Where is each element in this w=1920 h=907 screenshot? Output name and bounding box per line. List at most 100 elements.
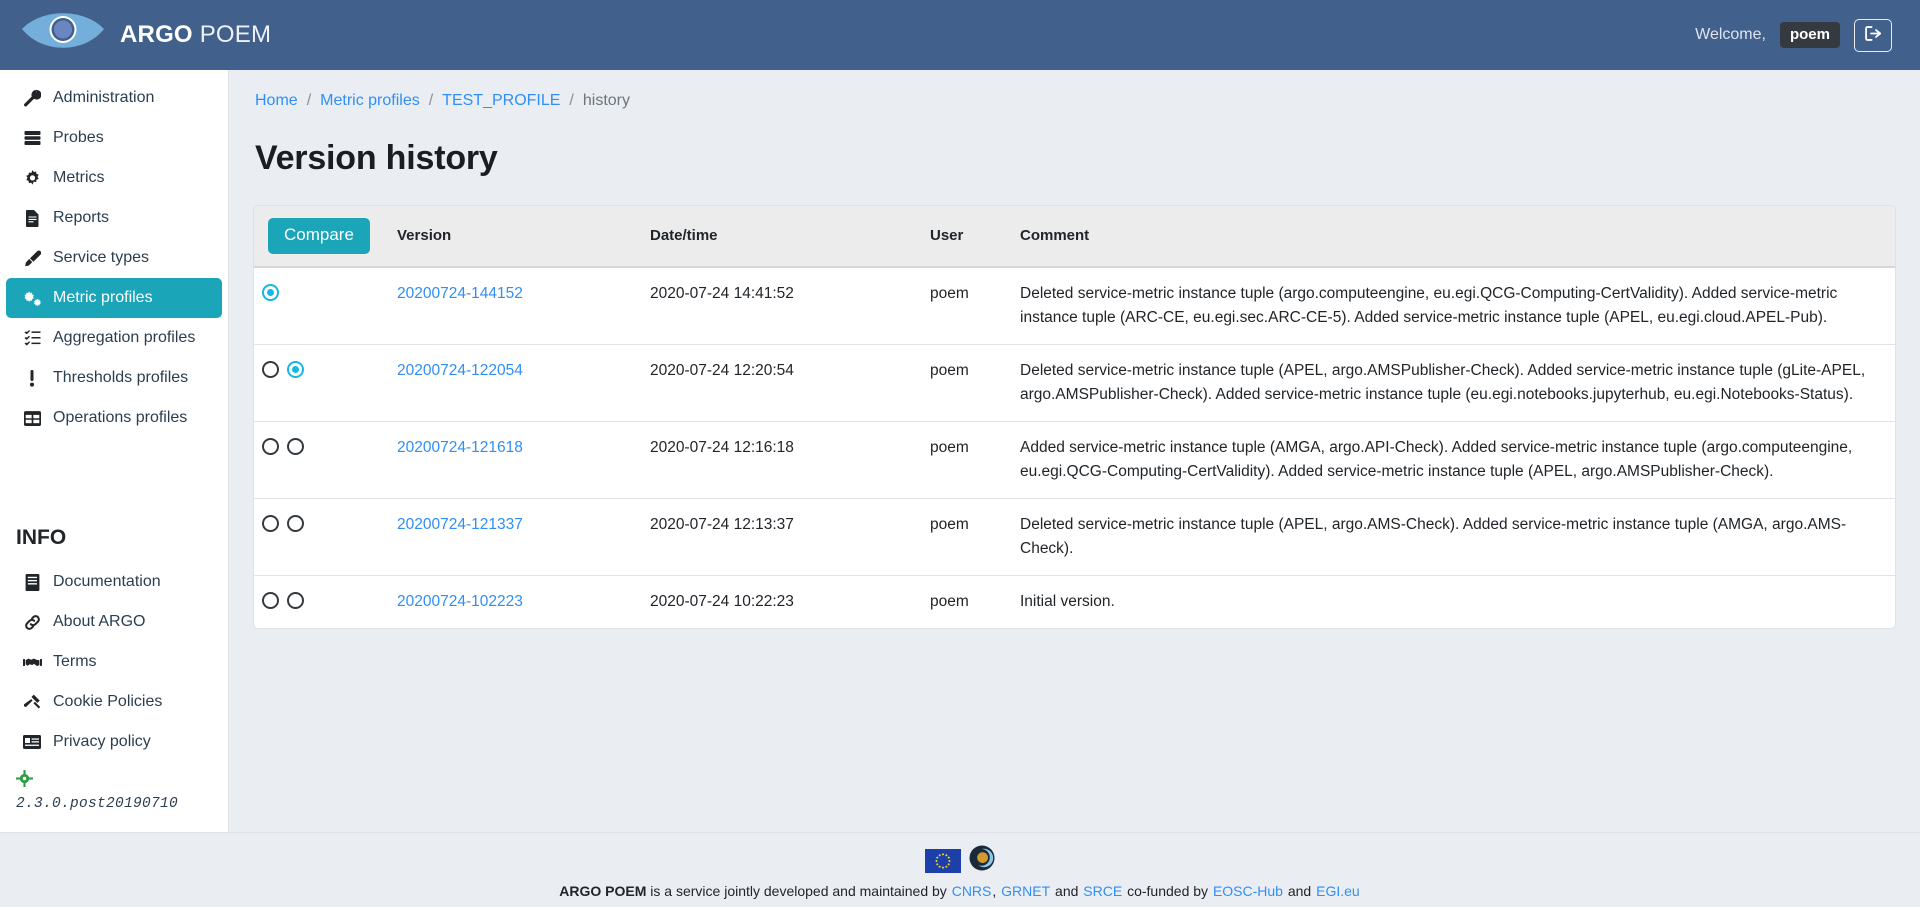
history-card: Compare Version Date/time User Comment 2… (253, 205, 1896, 629)
app-root: ARGO POEM Welcome, poem Administration P… (0, 0, 1920, 907)
sidebar-item-cookie-policies[interactable]: Cookie Policies (6, 682, 222, 722)
sidebar-item-reports[interactable]: Reports (6, 198, 222, 238)
radio-group (262, 359, 381, 378)
breadcrumb-item-home[interactable]: Home (255, 92, 298, 110)
sidebar-item-label: Aggregation profiles (53, 329, 196, 346)
eu-flag-icon (925, 848, 961, 873)
compare-radio-left[interactable] (262, 591, 279, 609)
footer-link-cnrs[interactable]: CNRS (951, 883, 993, 899)
sidebar-item-aggregation-profiles[interactable]: Aggregation profiles (6, 318, 222, 358)
compare-cell (254, 497, 389, 576)
version-block: 2.3.0.post20190710 (0, 762, 228, 812)
breadcrumb: Home / Metric profiles / TEST_PROFILE / … (255, 70, 1896, 110)
sidebar-item-label: Terms (53, 653, 97, 670)
column-header-datetime: Date/time (642, 206, 922, 268)
compare-radio-left[interactable] (262, 283, 279, 301)
table-row: 20200724-144152 2020-07-24 14:41:52 poem… (254, 267, 1895, 345)
breadcrumb-item-test-profile[interactable]: TEST_PROFILE (442, 92, 560, 110)
welcome-label: Welcome, (1695, 26, 1766, 43)
sidebar-item-label: Probes (53, 129, 104, 146)
sidebar-item-terms[interactable]: Terms (6, 642, 222, 682)
page-title: Version history (255, 139, 498, 177)
brand-title: ARGO POEM (120, 21, 271, 49)
table-head: Compare Version Date/time User Comment (254, 206, 1895, 268)
brand[interactable]: ARGO POEM (20, 10, 271, 60)
version-cell: 20200724-144152 (389, 267, 642, 345)
comment-cell: Deleted service-metric instance tuple (a… (1020, 284, 1838, 326)
username-badge: poem (1779, 22, 1840, 48)
table-row: 20200724-121618 2020-07-24 12:16:18 poem… (254, 420, 1895, 499)
link-icon (22, 613, 42, 631)
compare-radio-right[interactable] (287, 514, 304, 532)
sidebar-item-label: Metric profiles (53, 289, 153, 306)
compare-radio-right[interactable] (287, 591, 304, 609)
sidebar-item-documentation[interactable]: Documentation (6, 562, 222, 602)
sidebar-item-operations-profiles[interactable]: Operations profiles (6, 398, 222, 438)
sidebar-item-metrics[interactable]: Metrics (6, 158, 222, 198)
comment-cell: Added service-metric instance tuple (AMG… (1012, 420, 1895, 499)
sidebar-item-probes[interactable]: Probes (6, 118, 222, 158)
sidebar-item-privacy-policy[interactable]: Privacy policy (6, 722, 222, 762)
compare-radio-right[interactable] (287, 360, 304, 378)
datetime-cell: 2020-07-24 12:13:37 (642, 497, 922, 576)
eosc-hub-logo (969, 845, 995, 876)
sidebar-item-service-types[interactable]: Service types (6, 238, 222, 278)
compare-radio-left[interactable] (262, 437, 279, 455)
brand-title-light: POEM (199, 21, 272, 48)
info-heading: INFO (16, 526, 67, 549)
version-link[interactable]: 20200724-121337 (397, 516, 523, 533)
app-version: 2.3.0.post20190710 (16, 796, 179, 812)
compare-radio-left[interactable] (262, 514, 279, 532)
version-link[interactable]: 20200724-144152 (397, 285, 523, 302)
radio-group (262, 590, 381, 609)
footer-text-and-2: and (1283, 883, 1316, 899)
compare-button[interactable]: Compare (268, 218, 370, 254)
breadcrumb-separator: / (428, 92, 434, 109)
version-cell: 20200724-122054 (389, 343, 642, 422)
sidebar-item-metric-profiles[interactable]: Metric profiles (6, 278, 222, 318)
comment-cell: Deleted service-metric instance tuple (A… (1012, 343, 1895, 422)
sidebar: Administration Probes Metrics Reports Se… (0, 70, 229, 832)
server-icon (22, 129, 42, 147)
footer-text-and-1: and (1051, 883, 1083, 899)
version-link[interactable]: 20200724-122054 (397, 362, 523, 379)
version-link[interactable]: 20200724-102223 (397, 593, 523, 610)
column-header-comment: Comment (1012, 206, 1895, 268)
tasks-list-icon (22, 329, 42, 347)
table-body: 20200724-144152 2020-07-24 14:41:52 poem… (254, 267, 1895, 628)
footer: ARGO POEM is a service jointly developed… (0, 832, 1920, 907)
user-cell: poem (922, 574, 1012, 628)
version-link[interactable]: 20200724-121618 (397, 439, 523, 456)
datetime-cell: 2020-07-24 14:41:52 (650, 284, 794, 302)
table-icon (22, 409, 42, 427)
footer-link-eosc-hub[interactable]: EOSC-Hub (1212, 883, 1284, 899)
logout-button[interactable] (1854, 18, 1892, 52)
user-cell: poem (922, 497, 1012, 576)
compare-cell (254, 343, 389, 422)
table-header-row: Compare Version Date/time User Comment (254, 206, 1895, 268)
footer-link-egi[interactable]: EGI.eu (1315, 883, 1361, 899)
sidebar-item-label: Administration (53, 89, 155, 106)
footer-link-srce[interactable]: SRCE (1082, 883, 1123, 899)
sidebar-item-thresholds-profiles[interactable]: Thresholds profiles (6, 358, 222, 398)
sidebar-item-label: Documentation (53, 573, 161, 590)
column-header-version: Version (389, 206, 642, 268)
footer-link-grnet[interactable]: GRNET (1000, 883, 1051, 899)
breadcrumb-item-metric-profiles[interactable]: Metric profiles (320, 92, 420, 110)
footer-logos (925, 845, 995, 876)
comment-cell: Initial version. (1012, 574, 1895, 628)
sidebar-item-label: Operations profiles (53, 409, 188, 426)
sidebar-item-label: Privacy policy (53, 733, 151, 750)
breadcrumb-separator: / (306, 92, 312, 109)
exclamation-icon (22, 369, 42, 387)
sidebar-item-administration[interactable]: Administration (6, 78, 222, 118)
sidebar-item-about-argo[interactable]: About ARGO (6, 602, 222, 642)
cog-icon (22, 169, 42, 187)
top-navbar: ARGO POEM Welcome, poem (0, 0, 1920, 70)
sidebar-item-label: Thresholds profiles (53, 369, 189, 386)
sign-out-icon (1864, 24, 1883, 46)
datetime-cell: 2020-07-24 10:22:23 (642, 574, 922, 628)
compare-radio-left[interactable] (262, 360, 279, 378)
compare-radio-right[interactable] (287, 437, 304, 455)
compare-cell (254, 420, 389, 499)
